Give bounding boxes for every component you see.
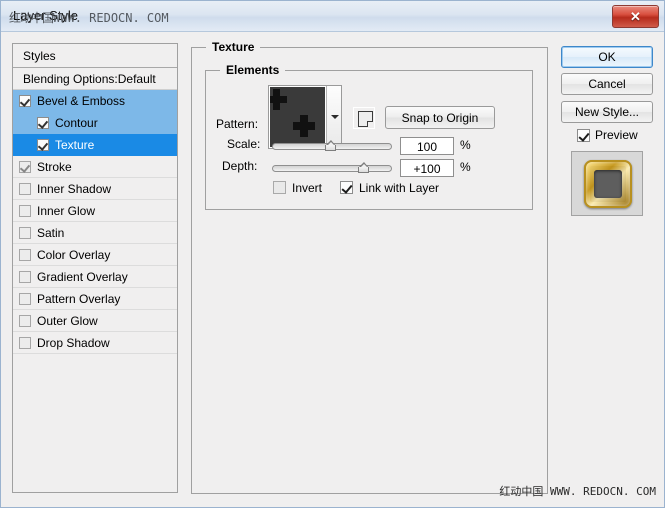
depth-value-field[interactable]: +100 (400, 159, 454, 177)
scale-slider-thumb[interactable] (325, 140, 338, 151)
checkbox-color-overlay[interactable] (19, 249, 31, 261)
depth-thumb-body (358, 167, 369, 173)
style-row-stroke[interactable]: Stroke (13, 156, 177, 178)
style-label: Color Overlay (37, 248, 110, 262)
depth-unit: % (460, 160, 471, 174)
style-label: Gradient Overlay (37, 270, 128, 284)
title-watermark-cn: 红动中国 (9, 11, 53, 25)
style-row-inner-shadow[interactable]: Inner Shadow (13, 178, 177, 200)
style-label: Inner Shadow (37, 182, 111, 196)
new-document-icon (358, 111, 373, 127)
checkbox-contour[interactable] (37, 117, 49, 129)
pattern-label: Pattern: (216, 117, 258, 131)
scale-unit: % (460, 138, 471, 152)
style-label: Drop Shadow (37, 336, 110, 350)
style-label: Bevel & Emboss (37, 94, 125, 108)
chevron-down-icon (331, 115, 339, 119)
checkbox-gradient-overlay[interactable] (19, 271, 31, 283)
style-row-contour[interactable]: Contour (13, 112, 177, 134)
style-row-gradient-overlay[interactable]: Gradient Overlay (13, 266, 177, 288)
scale-thumb-body (325, 145, 336, 151)
elements-group-title: Elements (220, 63, 285, 77)
style-label: Contour (55, 116, 98, 130)
pattern-dropdown-button[interactable] (326, 86, 341, 148)
new-pattern-button[interactable] (353, 107, 375, 129)
checkbox-satin[interactable] (19, 227, 31, 239)
texture-group-title: Texture (206, 40, 260, 54)
checkbox-outer-glow[interactable] (19, 315, 31, 327)
bottom-watermark: 红动中国 WWW. REDOCN. COM (499, 483, 656, 499)
checkbox-pattern-overlay[interactable] (19, 293, 31, 305)
bottom-watermark-cn: 红动中国 (499, 485, 543, 498)
depth-slider-thumb[interactable] (358, 162, 371, 173)
checkbox-inner-shadow[interactable] (19, 183, 31, 195)
depth-label: Depth: (222, 159, 257, 173)
blending-options-row[interactable]: Blending Options:Default (13, 68, 177, 90)
styles-list-panel: Styles Blending Options:Default Bevel & … (12, 43, 178, 493)
title-watermark-url: WWW. REDOCN. COM (53, 11, 169, 25)
style-label: Inner Glow (37, 204, 95, 218)
checkbox-texture[interactable] (37, 139, 49, 151)
checkbox-stroke[interactable] (19, 161, 31, 173)
style-row-drop-shadow[interactable]: Drop Shadow (13, 332, 177, 354)
checkbox-bevel-emboss[interactable] (19, 95, 31, 107)
close-button[interactable]: ✕ (612, 5, 659, 28)
style-row-color-overlay[interactable]: Color Overlay (13, 244, 177, 266)
style-label: Satin (37, 226, 64, 240)
pattern-cross-shape (293, 122, 315, 130)
invert-label: Invert (292, 181, 322, 195)
style-label: Texture (55, 138, 94, 152)
scale-value-field[interactable]: 100 (400, 137, 454, 155)
close-icon: ✕ (613, 6, 658, 27)
checkbox-drop-shadow[interactable] (19, 337, 31, 349)
bottom-watermark-url: WWW. REDOCN. COM (550, 485, 656, 498)
checkbox-inner-glow[interactable] (19, 205, 31, 217)
preview-label: Preview (595, 128, 638, 142)
link-with-layer-label: Link with Layer (359, 181, 439, 195)
scale-label: Scale: (227, 137, 260, 151)
style-row-bevel-emboss[interactable]: Bevel & Emboss (13, 90, 177, 112)
styles-list-header: Styles (13, 44, 177, 68)
new-style-button[interactable]: New Style... (561, 101, 653, 123)
style-row-outer-glow[interactable]: Outer Glow (13, 310, 177, 332)
pattern-cross-shape (269, 96, 287, 103)
preview-artwork (584, 160, 632, 208)
cancel-button[interactable]: Cancel (561, 73, 653, 95)
style-label: Pattern Overlay (37, 292, 120, 306)
pattern-thumbnail[interactable] (269, 86, 326, 148)
title-bar: Layer Style 红动中国WWW. REDOCN. COM ✕ (1, 1, 664, 32)
layer-style-dialog: Layer Style 红动中国WWW. REDOCN. COM ✕ Style… (0, 0, 665, 508)
ok-button[interactable]: OK (561, 46, 653, 68)
texture-group: Texture Elements Pattern: Snap to Origin (191, 47, 548, 494)
preview-checkbox[interactable] (577, 129, 590, 142)
style-row-inner-glow[interactable]: Inner Glow (13, 200, 177, 222)
link-with-layer-checkbox[interactable] (340, 181, 353, 194)
style-label: Outer Glow (37, 314, 98, 328)
preview-thumbnail (571, 151, 643, 216)
invert-checkbox[interactable] (273, 181, 286, 194)
title-watermark: 红动中国WWW. REDOCN. COM (9, 9, 169, 26)
elements-group: Elements Pattern: Snap to Origin Scale: (205, 70, 533, 210)
snap-to-origin-button[interactable]: Snap to Origin (385, 106, 495, 129)
style-row-pattern-overlay[interactable]: Pattern Overlay (13, 288, 177, 310)
depth-slider-track[interactable] (272, 165, 392, 172)
style-row-texture[interactable]: Texture (13, 134, 177, 156)
style-label: Stroke (37, 160, 72, 174)
style-row-satin[interactable]: Satin (13, 222, 177, 244)
